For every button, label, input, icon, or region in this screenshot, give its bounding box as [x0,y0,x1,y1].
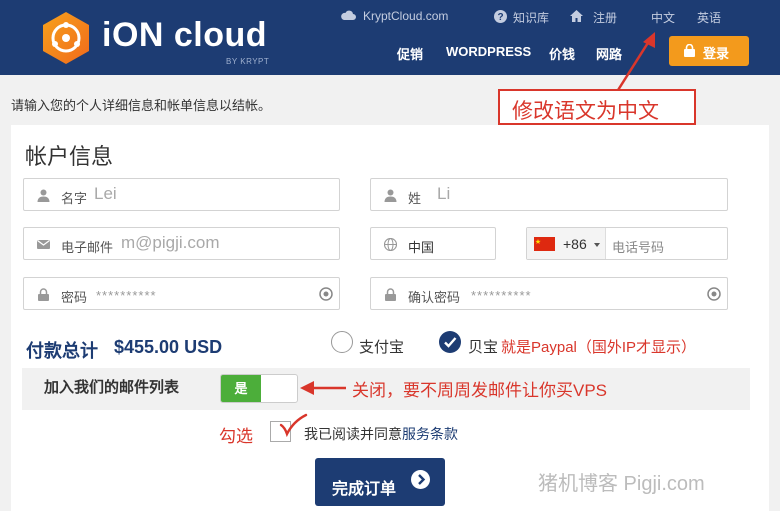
first-name-value: Lei [94,184,117,203]
logo-icon[interactable] [38,10,94,66]
password-mask: ********** [96,288,157,303]
terms-prefix: 我已阅读并同意 [304,426,402,442]
country-value: 中国 [408,240,435,255]
check-icon [444,337,457,348]
password-field[interactable]: 密码 ********** [23,277,340,310]
question-icon: ? [494,10,507,23]
lock-icon [684,44,695,57]
check-annotation: 勾选 [219,427,253,446]
total-value: $455.00 USD [114,337,223,357]
intro-text: 请输入您的个人详细信息和帐单信息以结帐。 [11,98,272,113]
password-strength-icon[interactable] [707,287,721,301]
confirm-password-mask: ********** [471,288,532,303]
paypal-label[interactable]: 贝宝 [468,336,498,357]
mailing-annotation: 关闭，要不周周发邮件让你买VPS [352,381,608,400]
terms-link[interactable]: 服务条款 [402,426,458,442]
cloud-icon [341,10,356,20]
alipay-radio[interactable] [331,331,353,353]
lang-chinese[interactable]: 中文 [651,9,675,26]
first-name-label: 名字 [61,191,88,206]
user-icon [384,189,397,202]
alipay-label[interactable]: 支付宝 [359,336,404,357]
top-links: KryptCloud.com ? 知识库 注册 中文 英语 [340,9,721,25]
mailing-list-toggle[interactable]: 是 [220,374,298,403]
divider [605,228,606,259]
login-button[interactable]: 登录 [669,36,749,66]
kryptcloud-link[interactable]: KryptCloud.com [363,9,448,23]
register-link[interactable]: 注册 [593,9,617,26]
nav-item-wordpress[interactable]: WORDPRESS [446,44,531,59]
paypal-annotation: 就是Paypal（国外IP才显示） [501,339,697,356]
email-value: m@pigji.com [121,233,220,252]
email-label: 电子邮件 [61,240,114,255]
header: iON cloud BY KRYPT KryptCloud.com ? 知识库 … [0,0,780,75]
globe-icon [384,238,397,251]
toggle-on-label: 是 [221,375,261,402]
last-name-field[interactable]: 姓 Li [370,178,728,211]
last-name-label: 姓 [408,191,422,206]
svg-text:?: ? [497,12,503,23]
chevron-down-icon [594,243,600,247]
lock-icon [385,288,396,301]
nav-item-pricing[interactable]: 价钱 [549,44,575,63]
lang-english[interactable]: 英语 [697,9,721,26]
home-icon [570,10,583,22]
arrow-right-circle-icon [411,470,430,489]
brand-subtitle: BY KRYPT [226,57,270,66]
confirm-password-label: 确认密码 [408,290,461,305]
user-icon [37,189,50,202]
mailing-list-label: 加入我们的邮件列表 [44,379,180,396]
phone-placeholder: 电话号码 [612,240,665,255]
nav-item-promo[interactable]: 促销 [397,44,423,63]
envelope-icon [37,240,50,249]
language-annotation: 修改语文为中文 [498,89,696,125]
password-label: 密码 [61,290,88,305]
complete-order-label: 完成订单 [332,481,397,498]
phone-field[interactable]: +86 电话号码 [526,227,728,260]
knowledgebase-link[interactable]: 知识库 [513,9,549,26]
last-name-value: Li [437,184,451,203]
brand-name[interactable]: iON cloud [102,16,267,55]
terms-text: 我已阅读并同意服务条款 [304,424,458,444]
login-label: 登录 [703,46,730,61]
email-field[interactable]: 电子邮件 m@pigji.com [23,227,340,260]
watermark: 猪机博客 Pigji.com [538,473,705,495]
password-strength-icon[interactable] [319,287,333,301]
total-label: 付款总计 [26,341,98,361]
complete-order-button[interactable]: 完成订单 [315,458,445,506]
annotation-arrow-icon [300,381,346,395]
phone-country-code: +86 [563,236,587,252]
page-title: 帐户信息 [25,144,114,169]
paypal-radio[interactable] [439,331,461,353]
lock-icon [38,288,49,301]
country-select[interactable]: 中国 [370,227,496,260]
china-flag-icon [534,237,555,251]
confirm-password-field[interactable]: 确认密码 ********** [370,277,728,310]
first-name-field[interactable]: 名字 Lei [23,178,340,211]
